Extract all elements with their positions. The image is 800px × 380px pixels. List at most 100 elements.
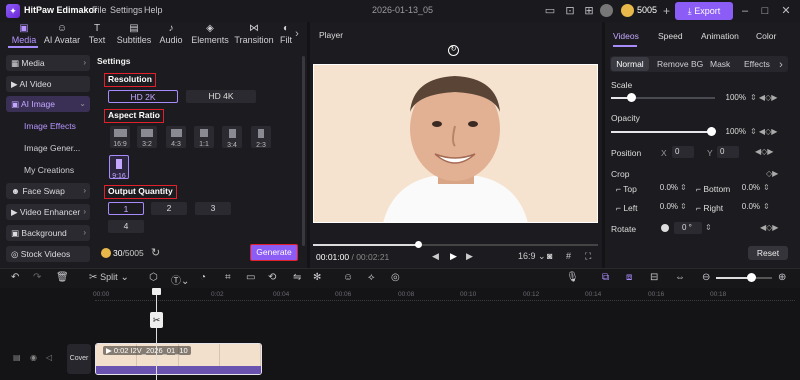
crop-top-input[interactable]: 0.0% — [654, 182, 678, 194]
magic-icon[interactable]: ⟡ — [368, 272, 375, 283]
reverse-icon[interactable]: ⟲ — [268, 272, 276, 283]
cover-button[interactable]: Cover — [67, 344, 91, 374]
track-visibility-icon[interactable]: ◉ — [30, 353, 37, 362]
opacity-slider-knob[interactable] — [707, 127, 716, 136]
menu-help[interactable]: Help — [144, 5, 163, 15]
reset-button[interactable]: Reset — [748, 246, 788, 260]
microphone-icon[interactable]: 🎙 — [566, 272, 579, 283]
sidebar-subitem-my-creations[interactable]: My Creations — [24, 165, 74, 175]
position-y-input[interactable]: 0 — [717, 146, 739, 158]
zoom-in-icon[interactable]: ⊕ — [778, 272, 786, 283]
redo-icon[interactable]: ↷ — [33, 272, 41, 283]
tab-media[interactable]: ▣ Media — [4, 22, 44, 48]
avatar[interactable] — [600, 4, 613, 17]
tab-subtitles[interactable]: ▤ Subtitles — [114, 22, 154, 48]
sidebar-item-face-swap[interactable]: ☻ Face Swap › — [6, 183, 90, 199]
crop-bottom-stepper-icon[interactable]: ⇕ — [763, 183, 770, 192]
scale-stepper-icon[interactable]: ⇕ ◀◇▶ — [750, 93, 777, 102]
freeze-icon[interactable]: ▭ — [246, 272, 255, 283]
sidebar-item-stock-videos[interactable]: ◎ Stock Videos — [6, 246, 90, 262]
tab-transition[interactable]: ⋈ Transition — [234, 22, 274, 48]
subtab-effects[interactable]: Effects — [744, 59, 770, 69]
subtab-mask[interactable]: Mask — [710, 59, 730, 69]
sidebar-item-ai-video[interactable]: ▶ AI Video — [6, 76, 90, 92]
fullscreen-icon[interactable]: ⛶ — [585, 251, 591, 262]
tabs-next-chevron-icon[interactable]: › — [290, 27, 304, 41]
crop-icon[interactable]: ⌗ — [225, 272, 231, 283]
crop-left-stepper-icon[interactable]: ⇕ — [680, 202, 687, 211]
aspect-9-16-button[interactable]: 9:16 — [109, 155, 129, 180]
opacity-stepper-icon[interactable]: ⇕ ◀◇▶ — [750, 127, 777, 136]
aspect-4-3-button[interactable]: 4:3 — [166, 126, 186, 148]
aspect-2-3-button[interactable]: 2:3 — [251, 126, 271, 149]
freeze-frame-icon[interactable]: ✻ — [313, 272, 321, 283]
settings-scrollbar[interactable] — [302, 56, 305, 246]
opacity-value[interactable]: 100% — [722, 126, 746, 138]
delete-icon[interactable]: 🗑 — [56, 272, 69, 283]
quantity-3-button[interactable]: 3 — [195, 202, 231, 215]
aspect-3-2-button[interactable]: 3:2 — [137, 126, 157, 148]
track-audio-icon[interactable]: ◁ — [46, 353, 52, 362]
quantity-2-button[interactable]: 2 — [151, 202, 187, 215]
fit-icon[interactable]: ⇔ — [675, 272, 685, 283]
video-clip[interactable]: ▶ 0:02 I2V_2026_01_10 — [95, 343, 262, 375]
zoom-out-icon[interactable]: ⊖ — [702, 272, 710, 283]
aspect-3-4-button[interactable]: 3:4 — [222, 126, 242, 149]
link-icon[interactable]: ⧉ — [602, 272, 609, 283]
crop-right-stepper-icon[interactable]: ⇕ — [763, 202, 770, 211]
scale-slider-knob[interactable] — [627, 93, 636, 102]
tab-color[interactable]: Color — [756, 31, 776, 41]
sidebar-subitem-image-effects[interactable]: Image Effects — [24, 121, 76, 131]
magnet-icon[interactable]: ⧈ — [626, 272, 632, 283]
grid-icon[interactable]: # — [566, 251, 571, 261]
subtabs-next-chevron-icon[interactable]: › — [774, 58, 788, 72]
text-tool-icon[interactable]: Ⓣ⌄ — [171, 272, 189, 287]
subtab-remove-bg[interactable]: Remove BG — [657, 59, 703, 69]
rotate-input[interactable]: 0 ° — [674, 222, 702, 234]
scale-value[interactable]: 100% — [722, 92, 746, 104]
sidebar-item-media[interactable]: ▦ Media › — [6, 55, 90, 71]
crop-right-input[interactable]: 0.0% — [736, 201, 760, 213]
refresh-icon[interactable]: ↻ — [151, 246, 160, 259]
playhead-handle[interactable] — [152, 288, 161, 295]
tab-videos[interactable]: Videos — [613, 31, 639, 41]
sidebar-subitem-image-generator[interactable]: Image Gener... — [24, 143, 80, 153]
crop-top-stepper-icon[interactable]: ⇕ — [680, 183, 687, 192]
menu-settings[interactable]: Settings — [110, 5, 143, 15]
resolution-hd2k-button[interactable]: HD 2K — [108, 90, 178, 103]
crop-keyframe-icon[interactable]: ◇▶ — [766, 169, 778, 178]
tab-ai-avatar[interactable]: ☺ AI Avatar — [42, 22, 82, 48]
face-icon[interactable]: ☺ — [343, 272, 353, 283]
maximize-icon[interactable]: □ — [758, 4, 772, 18]
tab-audio[interactable]: ♪ Audio — [155, 22, 187, 48]
resolution-hd4k-button[interactable]: HD 4K — [186, 90, 256, 103]
aspect-16-9-button[interactable]: 16:9 — [110, 126, 130, 148]
rotate-stepper-icon[interactable]: ⇕ — [705, 223, 712, 232]
sidebar-item-video-enhancer[interactable]: ▶ Video Enhancer › — [6, 204, 90, 220]
rotate-handle-icon[interactable]: ↻ — [448, 45, 459, 56]
zoom-slider-knob[interactable] — [747, 273, 756, 282]
split-button[interactable]: ✂ Split ⌄ — [89, 272, 129, 283]
scissors-icon[interactable]: ✂ — [150, 312, 163, 328]
rotate-dial-icon[interactable] — [661, 224, 669, 232]
generate-button[interactable]: Generate — [250, 244, 298, 261]
export-button[interactable]: ⤓ Export — [675, 2, 733, 20]
tab-text[interactable]: T Text — [82, 22, 112, 48]
notification-icon[interactable]: ⊞ — [582, 4, 596, 18]
minimize-icon[interactable]: – — [738, 4, 752, 18]
mirror-icon[interactable]: ⇋ — [293, 272, 301, 283]
crop-left-input[interactable]: 0.0% — [654, 201, 678, 213]
menu-file[interactable]: File — [92, 5, 107, 15]
crop-bottom-input[interactable]: 0.0% — [736, 182, 760, 194]
ai-tool-icon[interactable]: ◎ — [391, 272, 400, 283]
play-icon[interactable]: ▶ — [450, 251, 457, 262]
aspect-1-1-button[interactable]: 1:1 — [194, 126, 214, 148]
subtab-normal[interactable]: Normal — [611, 57, 649, 71]
sidebar-item-ai-image[interactable]: ▣ AI Image ⌄ — [6, 96, 90, 112]
add-credits-icon[interactable]: + — [663, 4, 670, 18]
snapshot-icon[interactable]: ◙ — [547, 251, 552, 261]
keyboard-icon[interactable]: ▭ — [543, 4, 557, 18]
tab-animation[interactable]: Animation — [701, 31, 739, 41]
position-keyframe-icon[interactable]: ◀◇▶ — [755, 147, 773, 156]
quantity-1-button[interactable]: 1 — [108, 202, 144, 215]
